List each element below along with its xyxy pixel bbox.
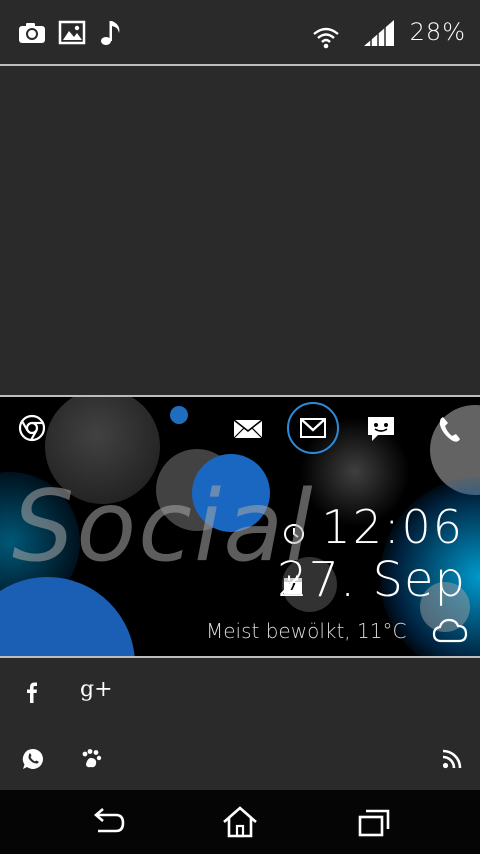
google-plus-icon[interactable]: g+ xyxy=(80,677,113,702)
social-title-art: Social xyxy=(12,470,315,584)
phone-icon[interactable] xyxy=(438,415,462,443)
rss-icon[interactable] xyxy=(442,749,462,769)
gmail-m-icon xyxy=(300,418,326,438)
bokeh-circle xyxy=(170,406,188,424)
paw-icon[interactable] xyxy=(80,748,102,770)
recents-icon[interactable] xyxy=(354,805,394,839)
cloud-icon xyxy=(432,618,468,643)
signal-icon xyxy=(364,20,394,46)
widget-time[interactable]: 12:06 xyxy=(321,500,464,554)
chrome-icon[interactable] xyxy=(18,414,46,442)
gallery-icon[interactable] xyxy=(57,18,87,48)
home-icon[interactable] xyxy=(220,805,260,839)
back-icon[interactable] xyxy=(88,805,128,839)
shortcut-area xyxy=(0,658,480,790)
empty-home-area xyxy=(0,66,480,396)
messaging-icon[interactable] xyxy=(366,415,396,443)
status-bar: 28% xyxy=(0,0,480,64)
battery-percent: 28% xyxy=(409,18,466,46)
gmail-icon[interactable] xyxy=(287,402,339,454)
facebook-icon[interactable] xyxy=(24,681,40,703)
weather-text[interactable]: Meist bewölkt, 11°C xyxy=(206,619,406,643)
music-note-icon[interactable] xyxy=(97,18,127,48)
email-icon[interactable] xyxy=(232,417,264,441)
camera-icon[interactable] xyxy=(17,18,47,48)
wifi-icon xyxy=(313,27,339,49)
whatsapp-icon[interactable] xyxy=(22,748,44,770)
widget-date[interactable]: 27. Sep xyxy=(277,552,466,608)
bokeh-circle xyxy=(0,577,135,656)
